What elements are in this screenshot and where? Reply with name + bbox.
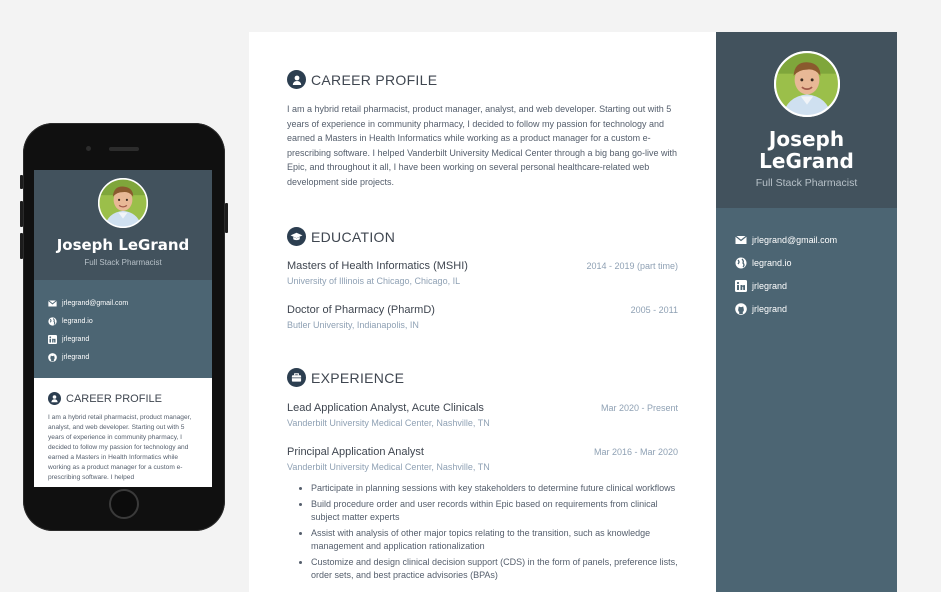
education-item: Masters of Health Informatics (MSHI) Uni… [287,260,678,286]
profile-last-name: LeGrand [759,149,854,173]
experience-bullets: Participate in planning sessions with ke… [287,482,678,582]
education-school: University of Illinois at Chicago, Chica… [287,276,461,286]
contact-email-text: jrlegrand@gmail.com [752,234,838,245]
education-degree: Doctor of Pharmacy (PharmD) [287,304,435,316]
contact-email[interactable]: jrlegrand@gmail.com [716,228,897,251]
phone-camera [86,146,91,151]
phone-power-button [225,203,228,233]
phone-speaker [109,147,139,151]
linkedin-icon [735,279,747,292]
education-school: Butler University, Indianapolis, IN [287,320,419,330]
mobile-main-content: CAREER PROFILE I am a hybrid retail phar… [34,378,212,483]
phone-home-button [109,489,139,519]
mobile-contact-website[interactable]: legrand.io [34,312,212,330]
contact-list: jrlegrand@gmail.com legrand.io jrlegrand… [716,208,897,320]
experience-dates: Mar 2016 - Mar 2020 [593,447,678,457]
experience-heading: EXPERIENCE [287,368,678,387]
experience-section: EXPERIENCE Lead Application Analyst, Acu… [287,368,678,582]
graduation-cap-icon [287,227,306,246]
mobile-contact-github-text: jrlegrand [62,353,90,361]
user-icon [287,70,306,89]
mobile-contact-email-text: jrlegrand@gmail.com [62,299,129,307]
contact-github[interactable]: jrlegrand [716,297,897,320]
github-icon [735,302,747,315]
bullet-item: Assist with analysis of other major topi… [311,527,678,553]
profile-name: Joseph LeGrand [716,128,897,172]
bullet-item: Build procedure order and user records w… [311,498,678,524]
mobile-contact-list: jrlegrand@gmail.com legrand.io jrlegrand… [34,280,212,378]
profile-tagline: Full Stack Pharmacist [755,177,858,189]
mobile-name: Joseph LeGrand [56,236,190,254]
career-profile-label: CAREER PROFILE [311,71,438,88]
resume-main: CAREER PROFILE I am a hybrid retail phar… [249,32,716,585]
mobile-profile-header: Joseph LeGrand Full Stack Pharmacist [34,170,212,280]
phone-volume-down [20,233,23,259]
resume-page: CAREER PROFILE I am a hybrid retail phar… [249,32,897,592]
bullet-item: Participate in planning sessions with ke… [311,482,678,495]
experience-dates: Mar 2020 - Present [600,403,678,413]
envelope-icon [735,234,747,246]
education-section: EDUCATION Masters of Health Informatics … [287,227,678,330]
mobile-career-profile-text: I am a hybrid retail pharmacist, product… [48,414,192,481]
phone-mockup: Joseph LeGrand Full Stack Pharmacist jrl… [20,123,228,531]
phone-volume-up [20,201,23,227]
mobile-contact-linkedin-text: jrlegrand [62,335,90,343]
globe-icon [735,257,747,269]
phone-mute-switch [20,175,23,189]
profile-first-name: Joseph [768,127,845,151]
experience-item: Lead Application Analyst, Acute Clinical… [287,402,678,428]
experience-org: Vanderbilt University Medical Center, Na… [287,462,490,472]
envelope-icon [48,299,57,308]
mobile-career-profile-heading: CAREER PROFILE [48,392,198,405]
education-item: Doctor of Pharmacy (PharmD) Butler Unive… [287,304,678,330]
mobile-avatar [98,178,148,228]
linkedin-icon [48,334,57,344]
contact-linkedin[interactable]: jrlegrand [716,274,897,297]
globe-icon [48,316,57,326]
contact-website[interactable]: legrand.io [716,251,897,274]
mobile-contact-website-text: legrand.io [62,317,93,325]
education-label: EDUCATION [311,228,396,245]
user-icon [48,392,61,405]
education-heading: EDUCATION [287,227,678,246]
education-dates: 2005 - 2011 [630,305,678,315]
career-profile-text: I am a hybrid retail pharmacist, product… [287,104,678,187]
profile-header: Joseph LeGrand Full Stack Pharmacist [716,32,897,208]
contact-github-text: jrlegrand [752,303,788,314]
github-icon [48,352,57,362]
mobile-tagline: Full Stack Pharmacist [84,258,162,267]
experience-label: EXPERIENCE [311,369,405,386]
mobile-contact-linkedin[interactable]: jrlegrand [34,330,212,348]
experience-item: Principal Application Analyst Vanderbilt… [287,446,678,582]
contact-linkedin-text: jrlegrand [752,280,788,291]
career-profile-heading: CAREER PROFILE [287,70,678,89]
mobile-contact-github[interactable]: jrlegrand [34,348,212,366]
mobile-contact-email[interactable]: jrlegrand@gmail.com [34,294,212,312]
phone-screen: Joseph LeGrand Full Stack Pharmacist jrl… [34,170,212,487]
education-dates: 2014 - 2019 (part time) [586,261,678,271]
briefcase-icon [287,368,306,387]
experience-org: Vanderbilt University Medical Center, Na… [287,418,490,428]
mobile-career-profile-label: CAREER PROFILE [66,392,162,405]
bullet-item: Customize and design clinical decision s… [311,556,678,582]
career-profile-section: CAREER PROFILE I am a hybrid retail phar… [287,70,678,189]
resume-sidebar: Joseph LeGrand Full Stack Pharmacist jrl… [716,32,897,592]
contact-website-text: legrand.io [752,257,792,268]
avatar [773,51,840,117]
